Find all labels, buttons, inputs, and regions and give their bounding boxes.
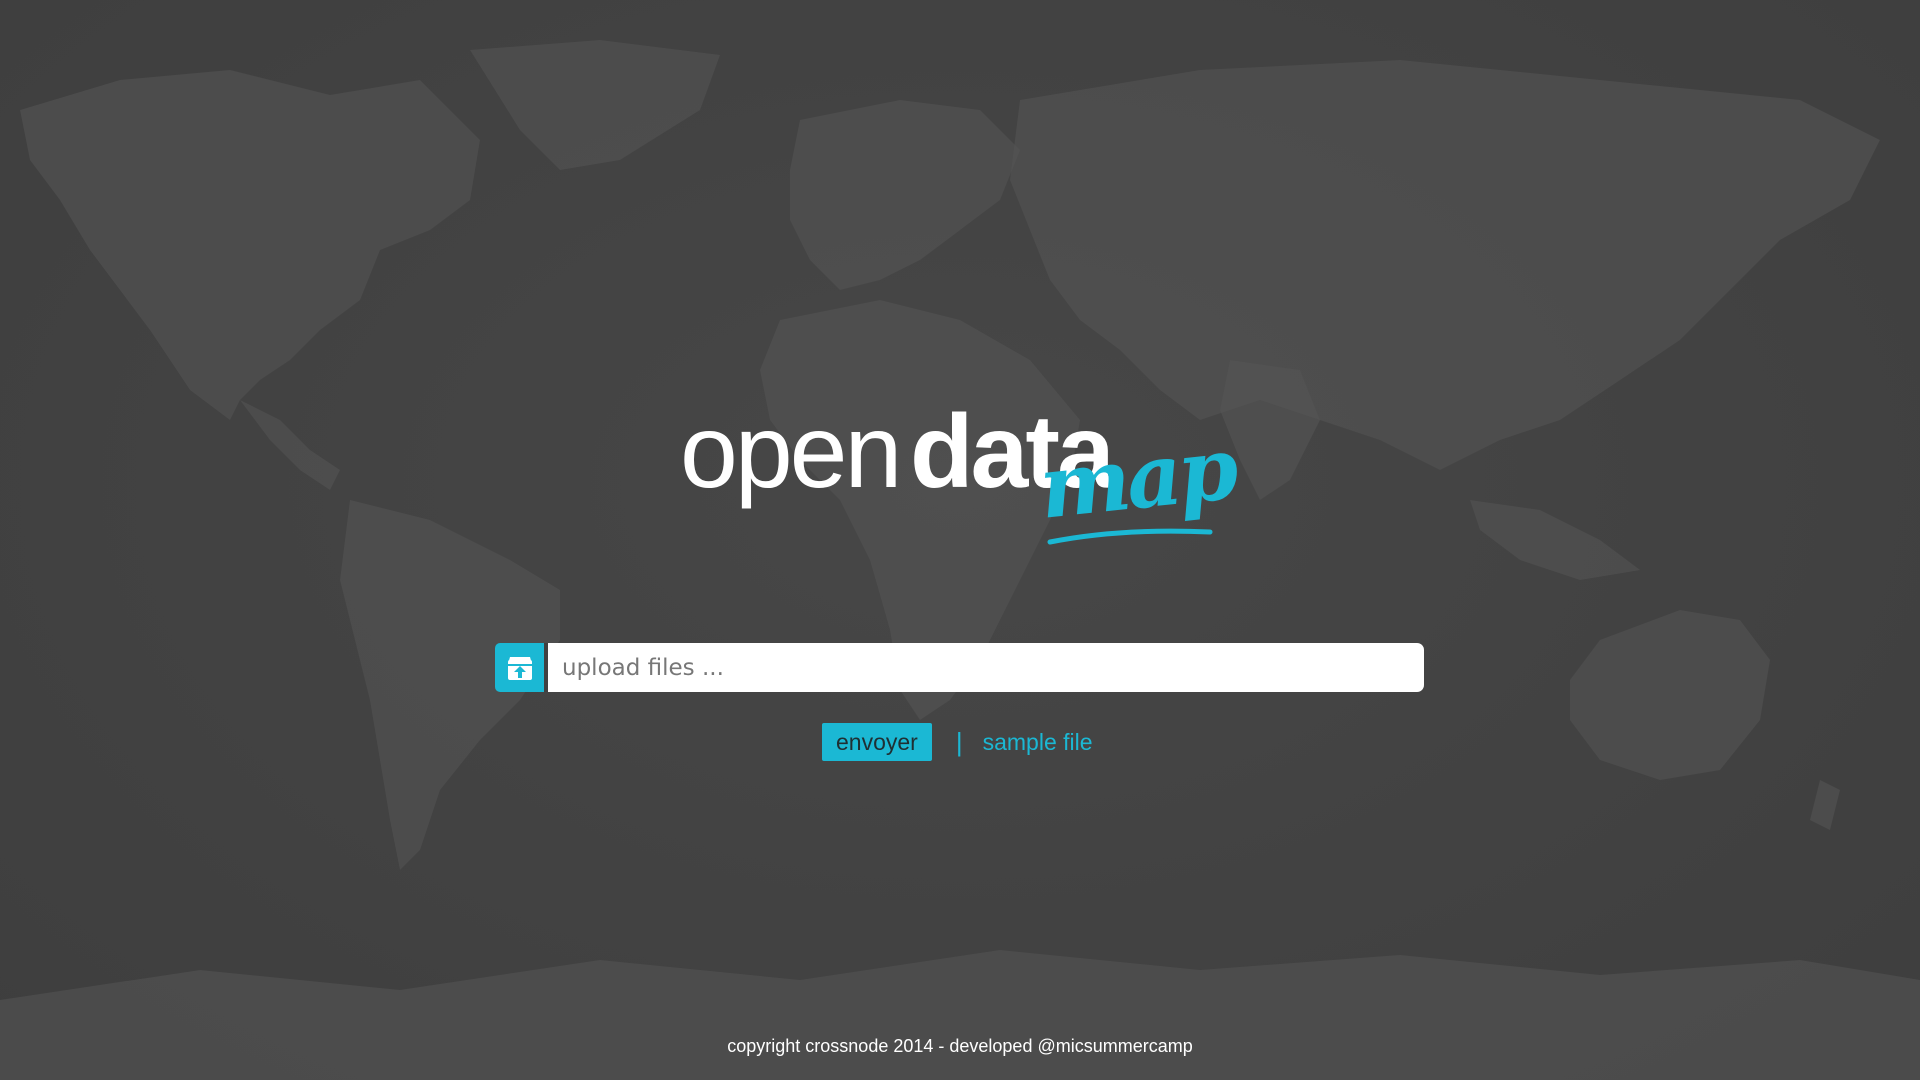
upload-box-icon (507, 656, 532, 680)
upload-bar (495, 643, 1424, 692)
landing-page: open data map envoyer | sample file copy… (0, 0, 1920, 1080)
upload-button[interactable] (495, 643, 544, 692)
logo-map-mark: map (1035, 418, 1240, 554)
action-separator: | (955, 726, 963, 757)
footer-copyright: copyright crossnode 2014 - developed @mi… (727, 1036, 1193, 1056)
logo-word-open: open (680, 394, 902, 510)
upload-files-input[interactable] (548, 643, 1424, 692)
opendatamap-logo: open data map (680, 392, 1240, 562)
action-row: envoyer | sample file (822, 723, 1093, 761)
logo-underline-stroke (1047, 528, 1213, 545)
send-button[interactable]: envoyer (822, 723, 932, 761)
sample-file-link[interactable]: sample file (983, 729, 1093, 756)
